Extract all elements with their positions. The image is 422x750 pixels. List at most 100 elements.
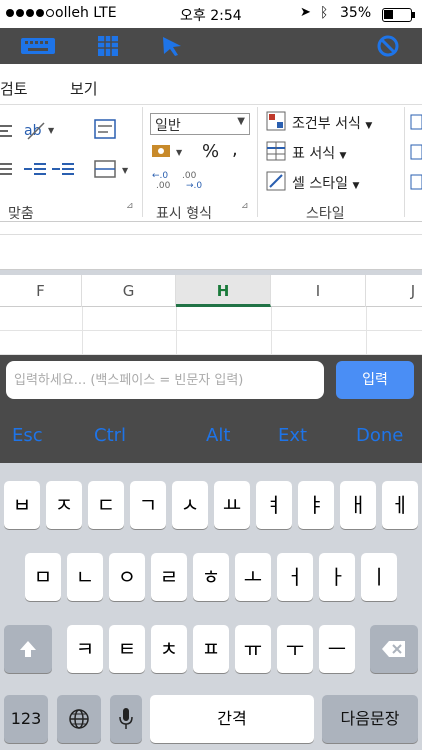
currency-icon[interactable]: ▼ <box>150 141 190 163</box>
dialog-launcher-icon[interactable]: ⊿ <box>241 201 249 211</box>
column-header[interactable]: G <box>82 275 176 307</box>
column-header[interactable]: F <box>0 275 82 307</box>
key[interactable]: ㅋ <box>67 625 103 673</box>
space-key[interactable]: 간격 <box>150 695 314 743</box>
key[interactable]: ㅓ <box>277 553 313 601</box>
tab-review[interactable]: 검토 <box>0 78 28 99</box>
microphone-icon <box>119 708 133 729</box>
key[interactable]: ㄱ <box>130 481 166 529</box>
svg-text:▼: ▼ <box>122 166 129 175</box>
number-format-select[interactable]: 일반 ▼ <box>150 113 250 135</box>
key[interactable]: ㅗ <box>235 553 271 601</box>
key[interactable]: ㅐ <box>340 481 376 529</box>
block-icon[interactable] <box>376 34 400 58</box>
percent-button[interactable]: % <box>202 141 219 162</box>
key[interactable]: ㅊ <box>151 625 187 673</box>
key[interactable]: ㅈ <box>46 481 82 529</box>
key[interactable]: ㄹ <box>151 553 187 601</box>
globe-key[interactable] <box>57 695 101 743</box>
dialog-launcher-icon[interactable]: ⊿ <box>126 201 134 211</box>
done-key[interactable]: Done <box>356 425 403 446</box>
orientation-icon[interactable]: ab ▼ <box>24 119 60 141</box>
cells-group-icon[interactable] <box>410 113 422 193</box>
battery-percent: 35% <box>340 5 372 21</box>
increase-indent-icon[interactable] <box>52 161 76 177</box>
key[interactable]: ㅏ <box>319 553 355 601</box>
sheet-grid[interactable] <box>0 307 422 355</box>
table-format-icon[interactable] <box>266 141 288 163</box>
cell-style-icon[interactable] <box>266 171 288 193</box>
increase-decimal-icon[interactable]: ←.0.00 <box>152 169 176 189</box>
cell-input[interactable] <box>6 361 324 399</box>
key[interactable]: ㄷ <box>88 481 124 529</box>
key[interactable]: ㅣ <box>361 553 397 601</box>
key[interactable]: ㅑ <box>298 481 334 529</box>
key[interactable]: ㅛ <box>214 481 250 529</box>
key[interactable]: ㅡ <box>319 625 355 673</box>
svg-text:→.0: →.0 <box>186 181 202 189</box>
esc-key[interactable]: Esc <box>12 425 43 446</box>
keyboard-icon[interactable] <box>20 36 56 56</box>
backspace-key[interactable] <box>370 625 418 673</box>
column-header[interactable]: I <box>271 275 366 307</box>
decrease-indent-icon[interactable] <box>24 161 48 177</box>
modifier-key-row: Esc Ctrl Alt Ext Done <box>0 407 422 463</box>
keyboard: ㅂ ㅈ ㄷ ㄱ ㅅ ㅛ ㅕ ㅑ ㅐ ㅔ ㅁ ㄴ ㅇ ㄹ ㅎ ㅗ ㅓ ㅏ ㅣ ㅋ … <box>0 463 422 750</box>
key[interactable]: ㅇ <box>109 553 145 601</box>
shift-icon <box>20 641 36 657</box>
alt-key[interactable]: Alt <box>206 425 230 446</box>
key[interactable]: ㅕ <box>256 481 292 529</box>
key[interactable]: ㅔ <box>382 481 418 529</box>
grid-icon[interactable] <box>96 34 120 58</box>
key[interactable]: ㅌ <box>109 625 145 673</box>
shift-key[interactable] <box>4 625 52 673</box>
signal-dots <box>6 9 54 17</box>
return-key[interactable]: 다음문장 <box>322 695 418 743</box>
clock: 오후 2:54 <box>180 8 242 24</box>
location-icon: ➤ <box>300 5 311 20</box>
key[interactable]: ㅁ <box>25 553 61 601</box>
table-format-button[interactable]: 표 서식 ▼ <box>292 143 346 163</box>
column-header[interactable]: J <box>366 275 422 307</box>
column-header-selected[interactable]: H <box>176 275 271 307</box>
wrap-text-icon[interactable] <box>94 119 118 141</box>
input-bar: 입력 <box>0 355 422 407</box>
svg-text:▼: ▼ <box>176 148 183 157</box>
svg-text:ab: ab <box>24 123 42 139</box>
svg-text:.00: .00 <box>182 171 197 181</box>
decrease-decimal-icon[interactable]: .00→.0 <box>182 169 206 189</box>
conditional-format-icon[interactable] <box>266 111 288 133</box>
comma-button[interactable]: , <box>232 139 238 160</box>
align-left-icon[interactable] <box>0 123 14 139</box>
column-headers: F G H I J <box>0 275 422 307</box>
tab-view[interactable]: 보기 <box>70 78 98 99</box>
ctrl-key[interactable]: Ctrl <box>94 425 126 446</box>
key[interactable]: ㅠ <box>235 625 271 673</box>
cell-style-button[interactable]: 셀 스타일 ▼ <box>292 173 359 193</box>
key[interactable]: ㅜ <box>277 625 313 673</box>
status-bar: olleh LTE 오후 2:54 ➤ ᛒ 35% <box>0 0 422 28</box>
enter-button[interactable]: 입력 <box>336 361 414 399</box>
svg-text:▼: ▼ <box>48 126 55 135</box>
merge-cells-icon[interactable]: ▼ <box>94 159 134 181</box>
key[interactable]: ㅍ <box>193 625 229 673</box>
numbers-key[interactable]: 123 <box>4 695 48 743</box>
ext-key[interactable]: Ext <box>278 425 307 446</box>
key[interactable]: ㅅ <box>172 481 208 529</box>
group-styles-label: 스타일 <box>306 206 345 222</box>
app-toolbar <box>0 28 422 64</box>
bluetooth-icon: ᛒ <box>320 5 329 21</box>
key[interactable]: ㄴ <box>67 553 103 601</box>
key[interactable]: ㅎ <box>193 553 229 601</box>
key[interactable]: ㅂ <box>4 481 40 529</box>
align-justify-icon[interactable] <box>0 161 14 177</box>
group-number-label: 표시 형식 <box>156 206 212 222</box>
svg-text:.00: .00 <box>156 181 171 189</box>
pointer-icon[interactable] <box>160 34 184 58</box>
ribbon-tabs: 검토 보기 <box>0 64 422 104</box>
dictation-key[interactable] <box>110 695 142 743</box>
backspace-icon <box>382 641 405 657</box>
group-alignment-label: 맞춤 <box>8 206 34 222</box>
carrier-label: olleh LTE <box>55 5 117 21</box>
conditional-format-button[interactable]: 조건부 서식 ▼ <box>292 113 372 133</box>
